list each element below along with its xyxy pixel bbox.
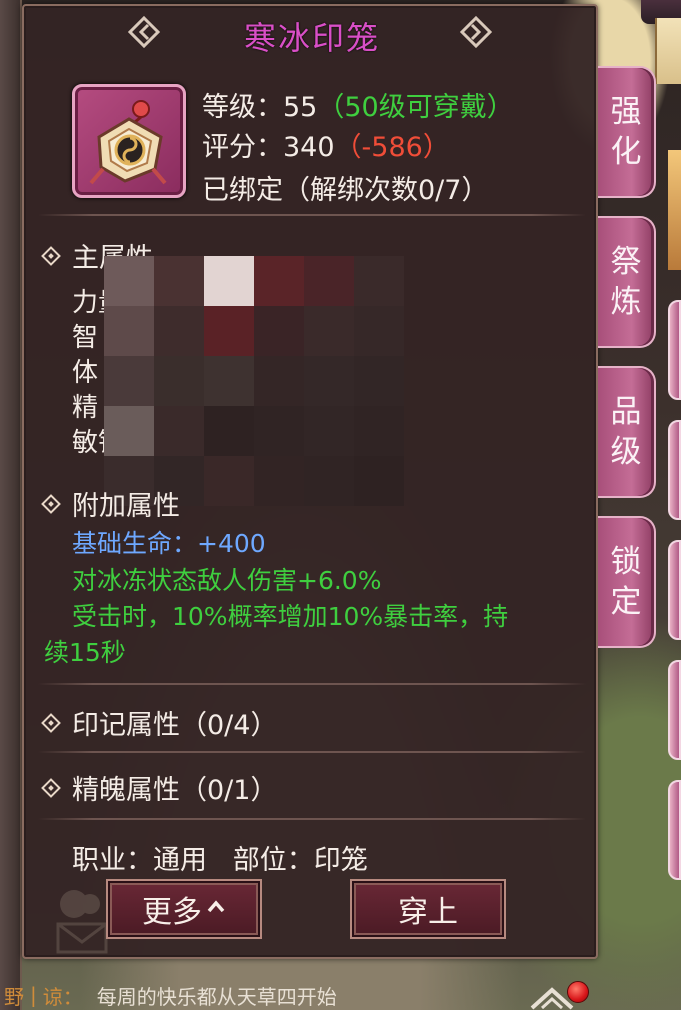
more-button-label: 更多	[142, 895, 202, 930]
job-slot-line: 职业：通用 部位：印笼	[72, 845, 368, 876]
item-score-line: 评分：340（-586）	[202, 125, 450, 164]
divider	[38, 683, 586, 685]
tab-lock[interactable]: 锁 定	[598, 516, 656, 648]
addon-base-hp: 基础生命：+400	[72, 529, 266, 558]
more-button[interactable]: 更多	[106, 879, 262, 939]
tab-strengthen[interactable]: 强 化	[598, 66, 656, 198]
soul-attributes-title: 精魄属性（0/1）	[72, 775, 278, 806]
right-background-slot	[668, 420, 681, 520]
main-attr-line: 体	[72, 358, 99, 388]
mark-attributes-header: 印记属性（0/4）	[41, 703, 278, 742]
tab-label: 炼	[610, 284, 642, 320]
title-ornament-left-icon	[128, 16, 160, 48]
equip-button[interactable]: 穿上	[350, 879, 506, 939]
diamond-bullet-icon	[41, 712, 61, 733]
addon-frozen-damage: 对冰冻状态敌人伤害+6.0%	[72, 566, 382, 595]
addon-attributes-title: 附加属性	[72, 491, 180, 522]
left-edge-panel	[0, 0, 22, 1010]
item-name: 寒冰印笼	[243, 19, 380, 57]
score-label: 评分：	[202, 132, 283, 163]
tab-label: 锁	[610, 544, 642, 580]
equip-button-label: 穿上	[398, 895, 458, 930]
item-icon[interactable]	[72, 84, 186, 198]
level-value: 55	[283, 92, 318, 123]
level-label: 等级：	[202, 92, 283, 123]
mail-icon	[56, 890, 108, 954]
addon-on-hit-continued: 续15秒	[44, 638, 126, 667]
tab-label: 品	[610, 394, 642, 430]
main-attr-line: 智	[72, 323, 99, 353]
mark-attributes-title: 印记属性（0/4）	[72, 710, 278, 741]
chat-bar[interactable]: 野 | 谅： 每周的快乐都从天草四开始	[0, 980, 560, 1010]
tab-refine[interactable]: 祭 炼	[598, 216, 656, 348]
right-background-slot	[668, 300, 681, 400]
right-background-item	[668, 150, 681, 270]
tab-label: 级	[610, 434, 642, 470]
tab-grade[interactable]: 品 级	[598, 366, 656, 498]
diamond-bullet-icon	[41, 493, 61, 514]
addon-on-hit: 受击时，10%概率增加10%暴击率，持	[72, 602, 509, 631]
chevron-up-icon	[207, 900, 225, 913]
tab-label: 化	[610, 134, 642, 170]
right-background-slot	[668, 780, 681, 880]
item-tooltip-panel: 寒冰印笼 等级：55（50级可穿戴） 评分：340（-586） 已绑定（解绑次数…	[22, 4, 598, 959]
tab-label: 定	[610, 584, 642, 620]
score-delta: （-586）	[334, 132, 450, 163]
title-row: 寒冰印笼	[24, 12, 600, 60]
chat-separator: |	[30, 983, 37, 1007]
divider	[38, 214, 586, 216]
addon-attributes-header: 附加属性	[41, 484, 180, 523]
divider	[38, 751, 586, 753]
tab-label: 祭	[610, 244, 642, 280]
right-background-slot	[668, 540, 681, 640]
censor-mosaic	[104, 256, 404, 506]
item-level-line: 等级：55（50级可穿戴）	[202, 85, 514, 124]
chat-sender: 谅：	[42, 984, 83, 1009]
divider	[38, 818, 586, 820]
title-ornament-right-icon	[460, 16, 492, 48]
right-background-card	[655, 18, 681, 84]
diamond-bullet-icon	[41, 777, 61, 798]
right-background-slot	[668, 660, 681, 760]
level-requirement: （50级可穿戴）	[317, 92, 514, 123]
tab-label: 强	[610, 94, 642, 130]
charm-amulet-icon	[89, 100, 167, 185]
score-value: 340	[283, 132, 335, 163]
bound-status: 已绑定（解绑次数0/7）	[202, 175, 489, 206]
chat-message: 每周的快乐都从天草四开始	[96, 984, 337, 1009]
chat-channel: 野	[4, 984, 24, 1009]
notification-dot	[567, 981, 589, 1003]
soul-attributes-header: 精魄属性（0/1）	[41, 768, 278, 807]
main-attr-line: 精	[72, 393, 99, 423]
diamond-bullet-icon	[41, 245, 61, 266]
